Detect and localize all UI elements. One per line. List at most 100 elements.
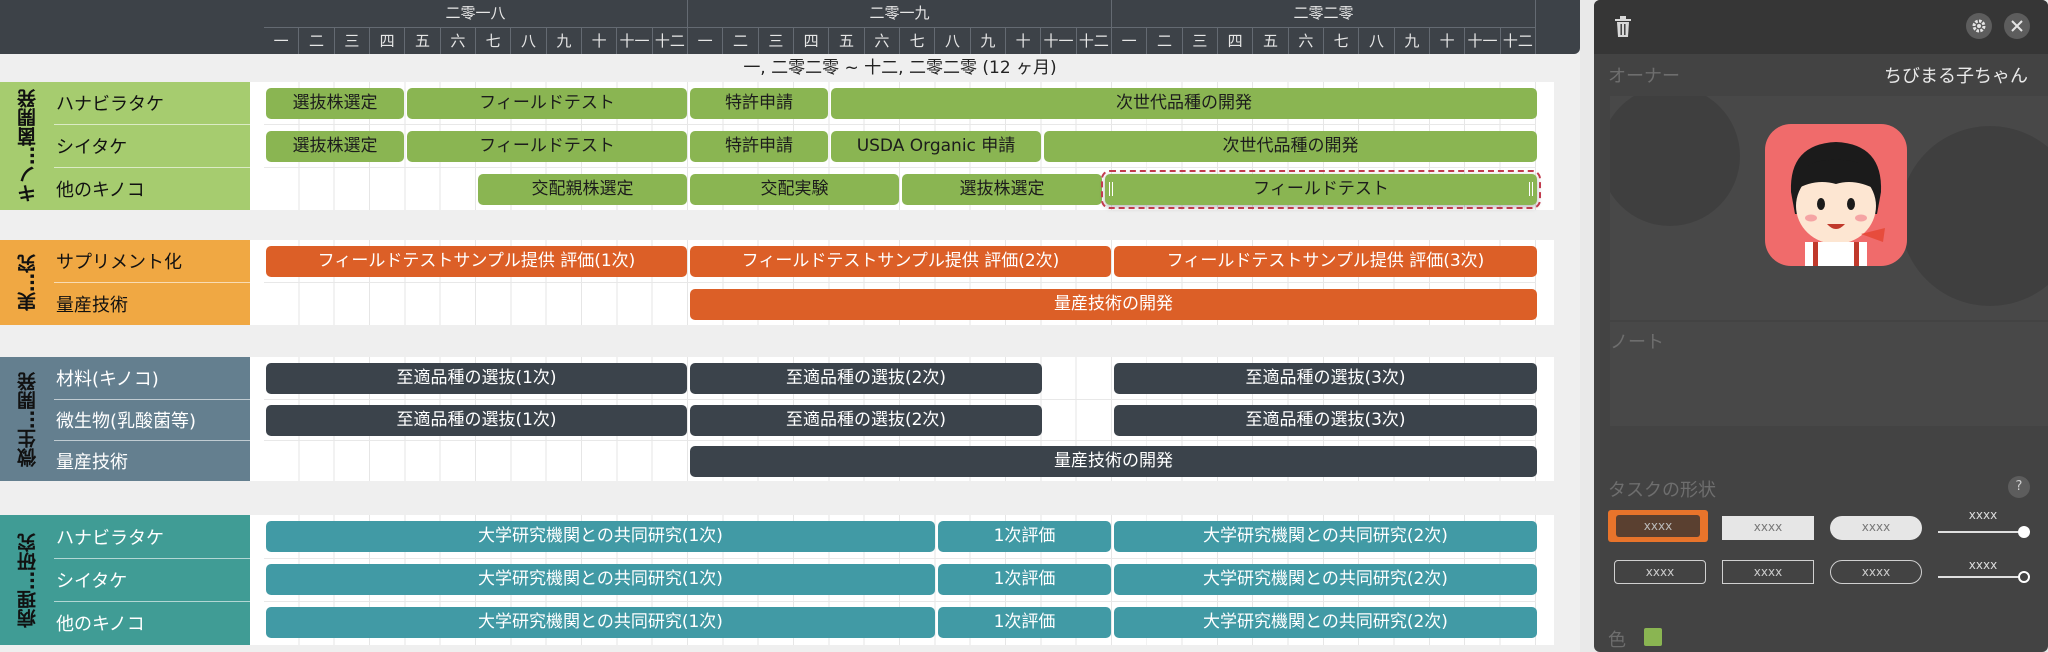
row-label[interactable]: 微生物(乳酸菌等) <box>54 399 250 440</box>
task-bar[interactable]: 1次評価 <box>938 607 1111 638</box>
month-label: 五 <box>1253 27 1289 54</box>
task-bar[interactable]: 選抜株選定 <box>266 88 404 119</box>
task-bar[interactable]: フィールドテストサンプル提供 評価(3次) <box>1114 246 1537 277</box>
month-label: 九 <box>970 27 1006 54</box>
month-label: 三 <box>758 27 794 54</box>
line-end-knob[interactable] <box>2018 526 2030 538</box>
shape-option-line[interactable] <box>1938 531 2024 533</box>
row-label[interactable]: サプリメント化 <box>54 240 250 282</box>
task-bar[interactable]: 大学研究機関との共同研究(2次) <box>1114 521 1537 552</box>
month-label: 十一 <box>1465 27 1501 54</box>
task-bar[interactable]: 特許申請 <box>690 88 828 119</box>
task-bar[interactable]: 特許申請 <box>690 131 828 162</box>
color-swatch[interactable] <box>1644 628 1662 646</box>
month-label: 三 <box>334 27 370 54</box>
color-label: 色 <box>1608 630 1626 651</box>
task-bar[interactable]: 大学研究機関との共同研究(1次) <box>266 607 935 638</box>
month-label: 六 <box>864 27 900 54</box>
row-label[interactable]: 他のキノコ <box>54 601 250 645</box>
task-bar[interactable]: 至適品種の選抜(2次) <box>690 363 1042 394</box>
task-bar[interactable]: フィールドテストサンプル提供 評価(2次) <box>690 246 1111 277</box>
trash-icon[interactable] <box>1612 14 1634 40</box>
task-bar[interactable]: 大学研究機関との共同研究(1次) <box>266 564 935 595</box>
shape-option-rect-outline[interactable]: xxxx <box>1722 560 1814 584</box>
gear-icon[interactable] <box>1966 13 1992 39</box>
task-bar[interactable]: 量産技術の開発 <box>690 289 1537 320</box>
task-bar[interactable]: 至適品種の選抜(3次) <box>1114 363 1537 394</box>
row-label[interactable]: 他のキノコ <box>54 167 250 210</box>
task-bar[interactable]: 大学研究機関との共同研究(2次) <box>1114 607 1537 638</box>
note-label: ノート <box>1610 332 1664 353</box>
month-label: 七 <box>476 27 512 54</box>
task-bar[interactable]: フィールドテスト <box>407 88 687 119</box>
row-label[interactable]: 材料(キノコ) <box>54 357 250 399</box>
task-bar[interactable]: 至適品種の選抜(3次) <box>1114 405 1537 436</box>
owner-name[interactable]: ちびまる子ちゃん <box>1884 62 2028 88</box>
row-label[interactable]: ハナビラタケ <box>54 515 250 558</box>
task-bar[interactable]: 交配親株選定 <box>478 174 687 205</box>
row-label[interactable]: ハナビラタケ <box>54 82 250 124</box>
shape-option-line-label: xxxx <box>1968 508 1998 522</box>
task-bar[interactable]: 交配実験 <box>690 174 899 205</box>
task-bar[interactable]: 大学研究機関との共同研究(1次) <box>266 521 935 552</box>
shape-option-pill-filled[interactable]: xxxx <box>1830 516 1922 540</box>
task-bar[interactable]: 量産技術の開発 <box>690 446 1537 477</box>
shape-option-pill-outline[interactable]: xxxx <box>1830 560 1922 584</box>
task-bar[interactable]: 選抜株選定 <box>266 131 404 162</box>
group-label[interactable]: 微生…開発 <box>0 357 54 481</box>
app-window: 二零一八 二零一九 二零二零 一二三四五六七八九十十一 十二一二三四五六七八九十十… <box>0 0 2048 652</box>
help-icon[interactable]: ? <box>2008 476 2030 498</box>
task-bar[interactable]: 次世代品種の開発 <box>1044 131 1537 162</box>
group-label[interactable]: 実…究 <box>0 240 54 325</box>
month-label: 七 <box>900 27 936 54</box>
shape-option-rounded-outline[interactable]: xxxx <box>1614 560 1706 584</box>
month-label: 十 <box>1430 27 1466 54</box>
resize-handle-left[interactable] <box>1109 182 1113 196</box>
gantt-chart: 二零一八 二零一九 二零二零 一二三四五六七八九十十一 十二一二三四五六七八九十十… <box>0 0 1580 652</box>
line-end-knob-outline[interactable] <box>2018 571 2030 583</box>
row-label[interactable]: 量産技術 <box>54 440 250 481</box>
resize-handle-right[interactable] <box>1529 182 1533 196</box>
shape-option-line-outline[interactable] <box>1938 576 2024 578</box>
group-label[interactable]: キノ…菌開発 <box>0 82 54 210</box>
group-mushroom-development: キノ…菌開発 ハナビラタケ シイタケ 他のキノコ 選抜株選定 フィールドテスト … <box>0 82 1554 210</box>
group-pathology-research: 病理…研究 ハナビラタケ シイタケ 他のキノコ 大学研究機関との共同研究(1次)… <box>0 515 1554 645</box>
month-label: 十 <box>1006 27 1042 54</box>
task-bar[interactable]: フィールドテストサンプル提供 評価(1次) <box>266 246 687 277</box>
month-label: 八 <box>1359 27 1395 54</box>
selected-task-bar[interactable]: フィールドテスト <box>1101 170 1541 209</box>
task-bar[interactable]: USDA Organic 申請 <box>831 131 1041 162</box>
row-label[interactable]: シイタケ <box>54 124 250 167</box>
task-bar[interactable]: 至適品種の選抜(1次) <box>266 405 687 436</box>
task-bar[interactable]: 至適品種の選抜(2次) <box>690 405 1042 436</box>
owner-label: オーナー <box>1608 66 1680 87</box>
task-bar[interactable]: 大学研究機関との共同研究(2次) <box>1114 564 1537 595</box>
group-label[interactable]: 病理…研究 <box>0 515 54 645</box>
month-label: 八 <box>935 27 971 54</box>
task-bar[interactable]: 1次評価 <box>938 564 1111 595</box>
task-bar[interactable]: 選抜株選定 <box>902 174 1102 205</box>
month-label: 二 <box>723 27 759 54</box>
shape-option-selected[interactable]: xxxx <box>1608 510 1708 542</box>
note-field[interactable] <box>1610 322 2048 426</box>
task-bar[interactable]: 至適品種の選抜(1次) <box>266 363 687 394</box>
month-label: 九 <box>1394 27 1430 54</box>
month-label: 四 <box>370 27 406 54</box>
close-icon[interactable] <box>2004 13 2030 39</box>
month-label: 二 <box>299 27 335 54</box>
row-label[interactable]: 量産技術 <box>54 282 250 325</box>
task-bar[interactable]: 1次評価 <box>938 521 1111 552</box>
month-label: 六 <box>1288 27 1324 54</box>
month-label: 二 <box>1147 27 1183 54</box>
range-label: 一, 二零二零 ~ 十二, 二零二零 (12 ヶ月) <box>743 58 1057 78</box>
shape-option-rect-filled[interactable]: xxxx <box>1722 516 1814 540</box>
month-label: 一 <box>264 27 300 54</box>
panel-toolbar <box>1594 0 2048 54</box>
month-label: 九 <box>546 27 582 54</box>
task-bar[interactable]: フィールドテスト <box>407 131 687 162</box>
month-label: 十二 <box>652 27 688 54</box>
avatar[interactable] <box>1765 124 1907 266</box>
task-bar[interactable]: 次世代品種の開発 <box>831 88 1537 119</box>
month-label: 一 <box>688 27 724 54</box>
row-label[interactable]: シイタケ <box>54 558 250 601</box>
